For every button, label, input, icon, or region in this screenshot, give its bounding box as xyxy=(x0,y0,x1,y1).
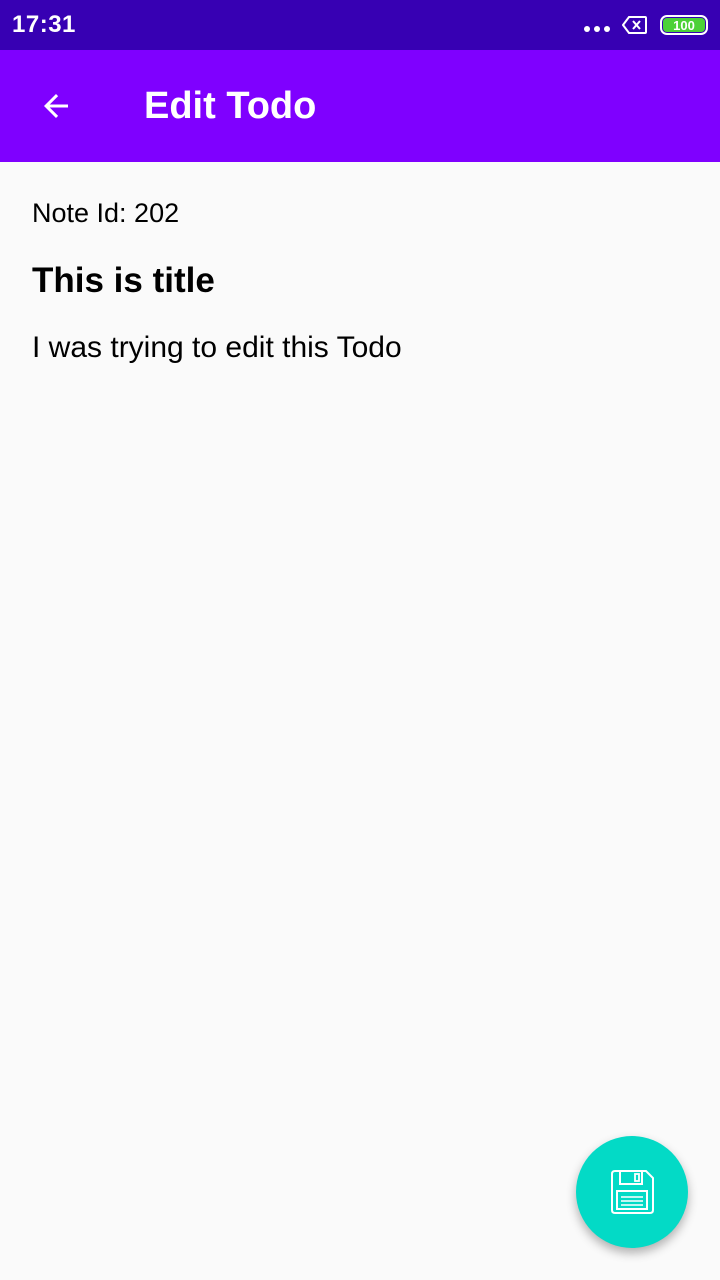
battery-icon: 100 xyxy=(660,15,708,35)
note-id: Note Id: 202 xyxy=(32,198,180,228)
no-sim-icon xyxy=(622,16,647,34)
app-bar: Edit Todo xyxy=(0,50,720,162)
back-button[interactable] xyxy=(0,50,112,162)
note-details: Note Id: 202 This is title I was trying … xyxy=(32,162,688,365)
page-title: Edit Todo xyxy=(144,84,317,127)
status-bar: 17:31 100 xyxy=(0,0,720,50)
note-title: This is title xyxy=(32,261,215,300)
more-dots-icon xyxy=(584,26,610,32)
status-time: 17:31 xyxy=(12,11,76,38)
save-icon xyxy=(611,1170,654,1214)
save-button[interactable] xyxy=(576,1136,688,1248)
status-icons: 100 xyxy=(584,15,708,35)
note-body: I was trying to edit this Todo xyxy=(32,331,402,364)
battery-level: 100 xyxy=(663,18,705,33)
arrow-back-icon xyxy=(44,94,68,118)
